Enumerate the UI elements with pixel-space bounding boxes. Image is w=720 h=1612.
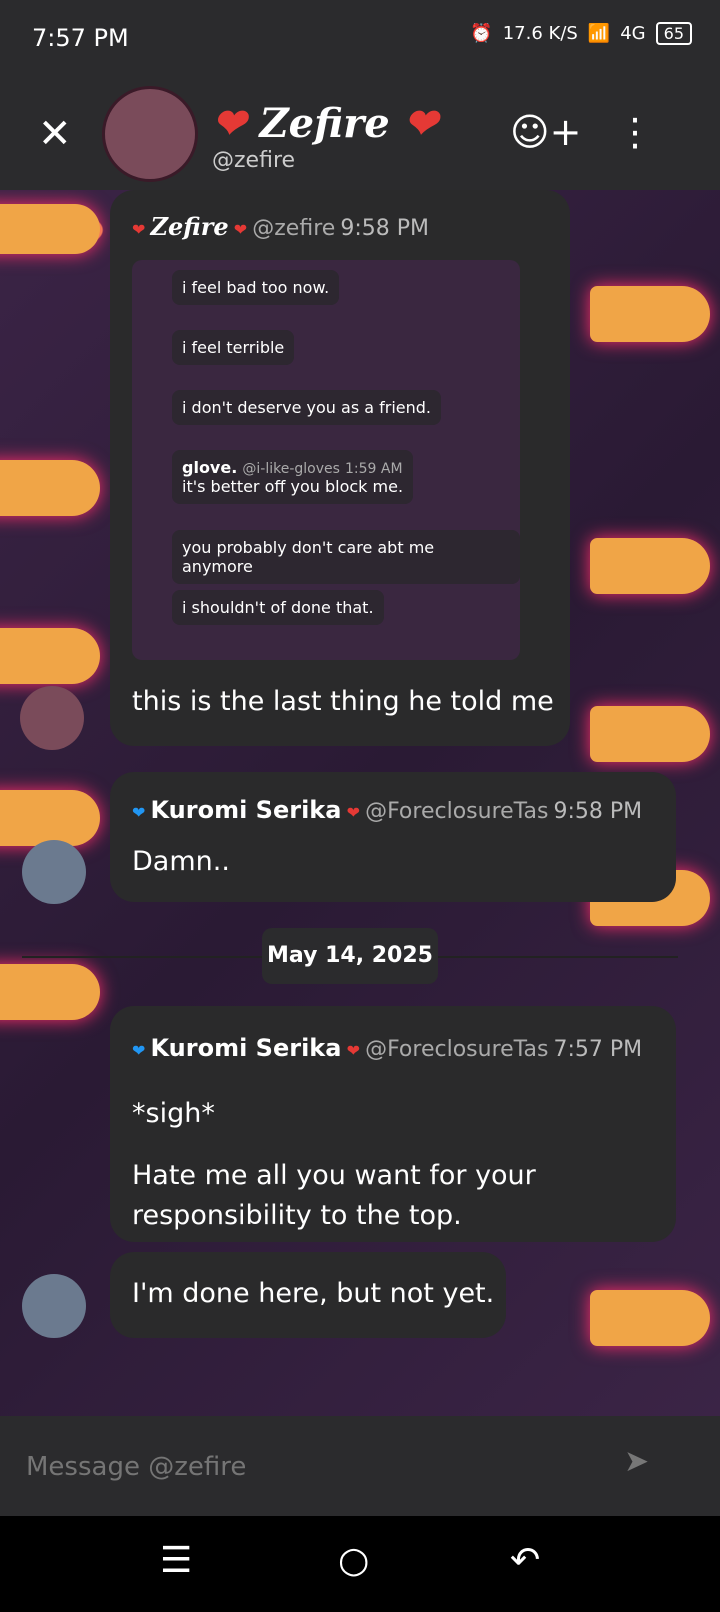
network-type: 4G — [620, 23, 646, 44]
heart-icon: ❤ — [233, 220, 248, 239]
list-item: you probably don't care abt me anymore — [172, 530, 520, 584]
list-item: i don't deserve you as a friend. — [172, 390, 442, 425]
message-4[interactable]: I'm done here, but not yet. — [110, 1252, 506, 1338]
list-item: i feel terrible — [172, 330, 295, 365]
message-1[interactable]: ❤ Zefire ❤ @zefire 9:58 PM i feel bad to… — [110, 190, 570, 746]
heart-icon: ❤ — [132, 803, 146, 822]
more-icon[interactable]: ⋮ — [616, 110, 654, 154]
alarm-icon: ⏰ — [470, 23, 493, 44]
avatar[interactable] — [22, 840, 86, 904]
heart-icon: ❤ — [346, 803, 360, 822]
home-icon[interactable]: ○ — [338, 1540, 369, 1581]
menu-icon[interactable]: ☰ — [160, 1540, 192, 1581]
list-item: i feel bad too now. — [172, 270, 340, 305]
heart-icon: ❤ — [132, 220, 146, 239]
date-divider: May 14, 2025 — [262, 928, 438, 984]
list-item: glove. @i-like-gloves 1:59 AM it's bette… — [172, 450, 414, 504]
heart-icon: ❤ — [132, 1041, 146, 1060]
embedded-screenshot[interactable]: i feel bad too now. i feel terrible i do… — [132, 260, 520, 660]
wifi-icon: 📶 — [587, 23, 611, 44]
heart-icon: ❤ — [403, 100, 438, 147]
message-composer: ➤ — [0, 1416, 720, 1516]
add-friend-icon[interactable]: ☺+ — [510, 110, 581, 154]
chat-area: ❤ Zefire ❤ @zefire 9:58 PM i feel bad to… — [0, 190, 720, 1416]
display-name[interactable]: ❤ Zefire ❤ — [212, 100, 437, 147]
list-item: i shouldn't of done that. — [172, 590, 384, 625]
heart-icon: ❤ — [346, 1041, 360, 1060]
avatar[interactable] — [22, 1274, 86, 1338]
system-nav-bar: ☰ ○ ↶ — [0, 1516, 720, 1612]
close-icon[interactable]: ✕ — [38, 114, 72, 154]
avatar[interactable] — [20, 686, 84, 750]
net-speed: 17.6 K/S — [502, 23, 578, 44]
battery: 65 — [655, 22, 692, 45]
username: @zefire — [212, 148, 296, 173]
message-input[interactable] — [24, 1436, 588, 1498]
message-2[interactable]: ❤ Kuromi Serika ❤ @ForeclosureTas 9:58 P… — [110, 772, 676, 902]
back-icon[interactable]: ↶ — [510, 1540, 540, 1581]
status-icons: ⏰ 17.6 K/S 📶 4G 65 — [470, 22, 692, 45]
profile-avatar[interactable] — [102, 86, 198, 182]
message-3[interactable]: ❤ Kuromi Serika ❤ @ForeclosureTas 7:57 P… — [110, 1006, 676, 1242]
status-time: 7:57 PM — [32, 24, 129, 52]
status-bar: 7:57 PM ⏰ 17.6 K/S 📶 4G 65 — [0, 0, 720, 80]
chat-header: ✕ ❤ Zefire ❤ @zefire ☺+ ⋮ — [0, 80, 720, 190]
heart-icon: ❤ — [212, 100, 246, 147]
send-icon[interactable]: ➤ — [624, 1444, 649, 1479]
